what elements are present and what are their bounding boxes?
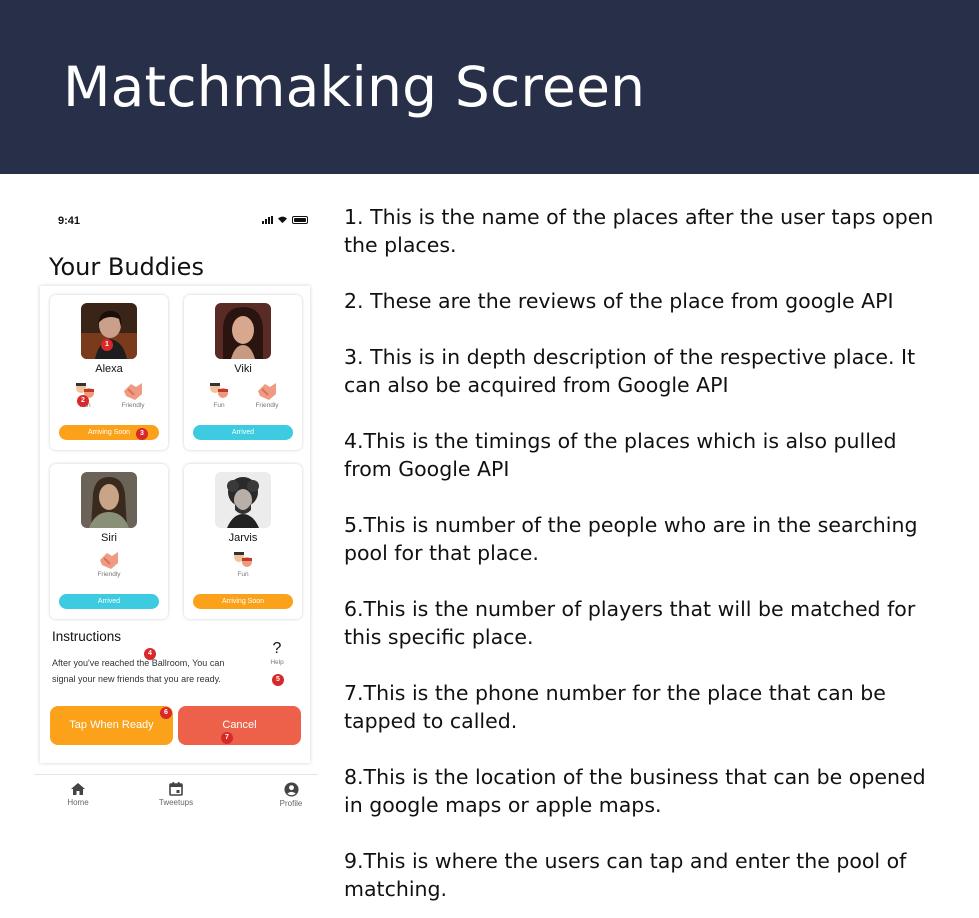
- annotation-badge-4: 4: [144, 648, 156, 660]
- nav-tweetups[interactable]: Tweetups: [151, 782, 201, 807]
- battery-icon: [292, 215, 308, 224]
- nav-label: Home: [67, 798, 89, 807]
- handshake-icon: [258, 383, 276, 400]
- status-pill: Arriving Soon: [193, 594, 293, 609]
- status-pill: Arrived: [193, 425, 293, 440]
- tag-friendly: Friendly: [92, 550, 126, 578]
- status-pill: Arrived: [59, 594, 159, 609]
- tag-label: Fun: [237, 571, 249, 578]
- annotation-badge-1: 1: [101, 339, 113, 351]
- tag-label: Fun: [213, 402, 225, 409]
- buddy-name: Siri: [101, 532, 117, 544]
- help-label: Help: [270, 659, 284, 666]
- note-8: 8.This is the location of the business t…: [344, 765, 926, 817]
- status-time: 9:41: [58, 215, 81, 227]
- nav-label: Profile: [279, 799, 303, 808]
- slide-title: Matchmaking Screen: [63, 55, 646, 119]
- tag-fun: Fun: [202, 381, 236, 409]
- buddy-name: Alexa: [95, 363, 123, 375]
- tag-label: Friendly: [255, 402, 279, 409]
- buddy-tags: Fun Friendly: [184, 381, 302, 409]
- avatar: [215, 303, 271, 359]
- status-bar: 9:41: [34, 196, 318, 236]
- signal-icon: [262, 215, 273, 224]
- help-button[interactable]: ? Help: [259, 639, 295, 675]
- phone-mockup: 9:41 Your Buddies Alexa Friendly Arrivin…: [34, 196, 318, 826]
- fun-masks-icon: [210, 383, 228, 398]
- notes-list: 1. This is the name of the places after …: [344, 203, 944, 918]
- tap-when-ready-button[interactable]: Tap When Ready: [50, 706, 173, 745]
- nav-profile[interactable]: Profile: [266, 782, 316, 808]
- buddy-tags: Friendly: [50, 550, 168, 578]
- tag-label: Friendly: [121, 402, 145, 409]
- home-icon: [71, 783, 85, 795]
- tag-label: Friendly: [97, 571, 121, 578]
- note-4: 4.This is the timings of the places whic…: [344, 429, 897, 481]
- buddy-tags: Fun: [184, 550, 302, 578]
- calendar-icon: [169, 782, 183, 796]
- note-1: 1. This is the name of the places after …: [344, 205, 934, 257]
- buddy-card-jarvis[interactable]: Jarvis Fun Arriving Soon: [184, 464, 302, 619]
- tag-friendly: Friendly: [250, 381, 284, 409]
- tag-fun: Fun: [226, 550, 260, 578]
- nav-label: Tweetups: [158, 798, 194, 807]
- avatar: [81, 472, 137, 528]
- buddy-tags: Fun Friendly: [50, 381, 168, 409]
- screen-title: Your Buddies: [49, 253, 204, 281]
- buddy-card-alexa[interactable]: Alexa Fun Friendly Arriving Soon 1 2 3: [50, 295, 168, 450]
- handshake-icon: [124, 383, 142, 400]
- note-6: 6.This is the number of players that wil…: [344, 597, 916, 649]
- note-7: 7.This is the phone number for the place…: [344, 681, 886, 733]
- buddy-name: Jarvis: [228, 532, 258, 544]
- buddy-card-siri[interactable]: Siri Friendly Arrived: [50, 464, 168, 619]
- avatar: [215, 472, 271, 528]
- slide-header: Matchmaking Screen: [0, 0, 979, 174]
- cancel-button[interactable]: Cancel: [178, 706, 301, 745]
- profile-icon: [283, 782, 299, 797]
- fun-masks-icon: [234, 552, 252, 567]
- instructions-title: Instructions: [52, 629, 122, 644]
- buddy-name: Viki: [234, 363, 252, 375]
- note-9: 9.This is where the users can tap and en…: [344, 849, 907, 901]
- annotation-badge-3: 3: [136, 428, 148, 440]
- status-icons: [262, 215, 308, 224]
- buddy-card-viki[interactable]: Viki Fun Friendly Arrived: [184, 295, 302, 450]
- tag-friendly: Friendly: [116, 381, 150, 409]
- note-3: 3. This is in depth description of the r…: [344, 345, 916, 397]
- annotation-badge-7: 7: [221, 732, 233, 744]
- annotation-badge-2: 2: [77, 395, 89, 407]
- annotation-badge-5: 5: [272, 674, 284, 686]
- help-icon: ?: [272, 640, 282, 657]
- note-2: 2. These are the reviews of the place fr…: [344, 289, 894, 313]
- wifi-icon: [278, 216, 287, 224]
- nav-home[interactable]: Home: [53, 782, 103, 807]
- buddies-panel: Alexa Fun Friendly Arriving Soon 1 2 3: [40, 286, 310, 763]
- handshake-icon: [100, 552, 118, 569]
- bottom-nav: Home Tweetups Profile: [34, 774, 318, 814]
- note-5: 5.This is number of the people who are i…: [344, 513, 918, 565]
- annotation-badge-6: 6: [160, 707, 172, 719]
